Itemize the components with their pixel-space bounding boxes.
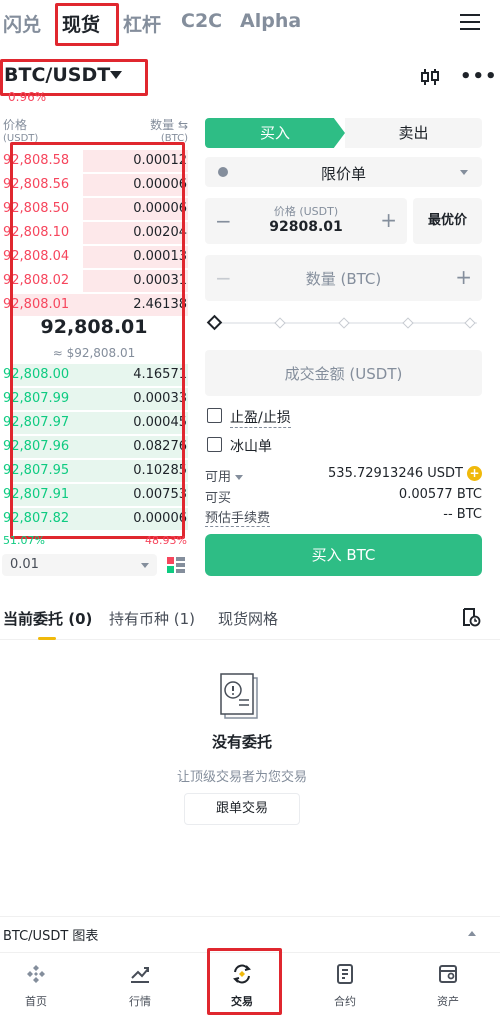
deposit-plus-icon[interactable]: + [467, 466, 482, 481]
futures-document-icon [337, 964, 353, 984]
tab-margin[interactable]: 杠杆 [123, 10, 161, 37]
caret-down-icon [141, 563, 149, 568]
price-value[interactable]: 92808.01 [205, 219, 407, 235]
assets-wallet-icon [439, 965, 457, 983]
checkbox[interactable] [207, 437, 222, 452]
can-buy-row: 可买 0.00577 BTC [205, 487, 482, 506]
slider-step-50[interactable] [338, 317, 350, 329]
home-logo-icon [27, 965, 45, 983]
caret-down-icon [235, 475, 244, 480]
price-label: 价格 (USDT) [273, 205, 339, 218]
amount-slider[interactable] [206, 314, 477, 331]
best-price-button[interactable]: 最优价 [413, 198, 482, 244]
active-tab-indicator [38, 637, 56, 640]
order-type-label: 限价单 [320, 165, 366, 183]
precision-select[interactable]: 0.01 [2, 554, 157, 576]
caret-down-icon [460, 170, 468, 175]
tab-c2c[interactable]: C2C [181, 10, 222, 32]
price-increase-button[interactable]: + [380, 208, 397, 232]
total-input[interactable]: 成交金额 (USDT) [205, 350, 482, 396]
markets-chart-icon [131, 967, 149, 983]
sell-ratio: 48.93% [145, 534, 187, 547]
caret-up-icon[interactable] [468, 931, 476, 936]
more-options-icon[interactable]: ••• [460, 68, 498, 86]
slider-step-25[interactable] [274, 317, 286, 329]
quantity-increase-button[interactable]: + [455, 265, 472, 289]
sell-tab[interactable]: 卖出 [345, 118, 482, 148]
checkbox[interactable] [207, 408, 222, 423]
hamburger-menu-icon[interactable] [460, 14, 480, 32]
highlight-box-trade-nav [207, 948, 282, 1015]
book-layout-icon[interactable] [166, 555, 186, 575]
candlestick-icon[interactable] [420, 67, 440, 87]
order-history-icon[interactable] [461, 607, 481, 627]
chart-toggle-bar[interactable]: BTC/USDT 图表 [0, 916, 500, 952]
slider-handle[interactable] [206, 314, 223, 331]
available-value: 535.72913246 USDT + [328, 466, 482, 481]
chart-label: BTC/USDT 图表 [3, 929, 99, 944]
tab-open-orders[interactable]: 当前委托 (0) [3, 608, 92, 629]
slider-step-75[interactable] [402, 317, 414, 329]
quantity-placeholder: 数量 (BTC) [305, 270, 382, 288]
highlight-box-order-book [10, 142, 185, 539]
buy-ratio: 51.07% [3, 534, 45, 547]
nav-markets[interactable]: 行情 [90, 953, 190, 1023]
buy-tab[interactable]: 买入 [205, 118, 345, 148]
highlight-box-spot-tab [55, 3, 119, 46]
nav-futures[interactable]: 合约 [295, 953, 395, 1023]
nav-assets[interactable]: 资产 [398, 953, 498, 1023]
total-placeholder: 成交金额 (USDT) [284, 365, 403, 383]
empty-subtitle: 让顶级交易者为您交易 [176, 770, 307, 785]
available-row: 可用 535.72913246 USDT + [205, 466, 482, 485]
empty-orders-icon [220, 673, 258, 719]
swap-icon[interactable]: ⇆ [178, 118, 188, 132]
nav-home[interactable]: 首页 [0, 953, 86, 1023]
price-input[interactable]: − 价格 (USDT) 92808.01 + [205, 198, 407, 244]
fee-row: 预估手续费 -- BTC [205, 507, 482, 527]
buy-submit-button[interactable]: 买入 BTC [205, 534, 482, 576]
tab-spot-grid[interactable]: 现货网格 [218, 608, 278, 629]
empty-title: 没有委托 [211, 733, 272, 751]
order-type-select[interactable]: 限价单 [205, 157, 482, 187]
quantity-input[interactable]: − 数量 (BTC) + [205, 255, 482, 301]
tab-alpha[interactable]: Alpha [240, 10, 301, 32]
tab-holdings[interactable]: 持有币种 (1) [109, 608, 195, 629]
orders-tabs: 当前委托 (0) 持有币种 (1) 现货网格 [0, 600, 500, 640]
price-change: 0.96% [8, 90, 47, 104]
available-label[interactable]: 可用 [205, 466, 244, 485]
copy-trading-button[interactable]: 跟单交易 [184, 793, 300, 825]
tab-convert[interactable]: 闪兑 [3, 10, 41, 37]
slider-step-100[interactable] [464, 317, 476, 329]
buy-sell-tabs: 卖出 买入 [205, 118, 482, 148]
